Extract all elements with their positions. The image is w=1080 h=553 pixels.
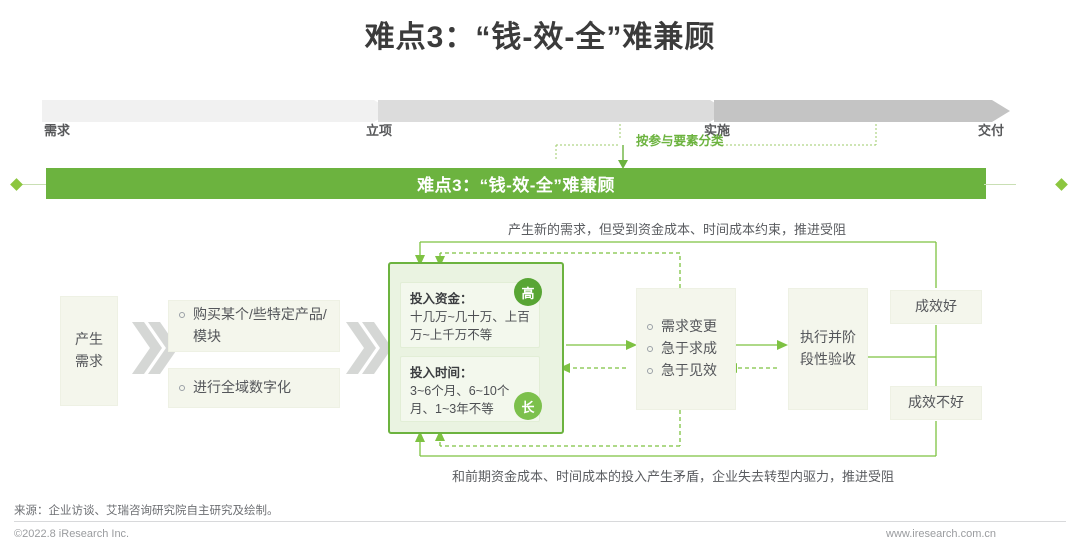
banner-marker-right	[1055, 178, 1068, 191]
box-generate-demand-line2: 需求	[75, 351, 103, 373]
box-option-full-digital-label: 进行全域数字化	[193, 377, 291, 399]
box-generate-demand: 产生 需求	[60, 296, 118, 406]
website-label: www.iresearch.com.cn	[886, 528, 996, 540]
card-time-value: 3~6个月、6~10个月、1~3年不等	[410, 382, 530, 418]
classify-label: 按参与要素分类	[636, 130, 724, 149]
page-title: 难点3：“钱-效-全”难兼顾	[0, 12, 1080, 56]
box-execute-acceptance: 执行并阶 段性验收	[788, 288, 868, 410]
phase-label-approval: 立项	[366, 120, 392, 139]
box-result-good: 成效好	[890, 290, 982, 324]
box-execute-line1: 执行并阶	[800, 327, 856, 349]
bullet-icon	[647, 346, 653, 352]
bullet-icon	[179, 385, 185, 391]
bullet-icon	[647, 368, 653, 374]
copyright-label: ©2022.8 iResearch Inc.	[14, 528, 129, 540]
badge-long: 长	[514, 392, 542, 420]
footer-divider	[14, 521, 1066, 522]
box-option-buy-product-label: 购买某个/些特定产品/模块	[193, 304, 329, 347]
box-demand-change: 需求变更 急于求成 急于见效	[636, 288, 736, 410]
card-money-title: 投入资金：	[410, 292, 473, 306]
bullet-icon	[179, 312, 185, 318]
box-result-bad: 成效不好	[890, 386, 982, 420]
box-demand-change-item-0: 需求变更	[661, 316, 717, 338]
bullet-icon	[647, 324, 653, 330]
section-banner: 难点3：“钱-效-全”难兼顾	[46, 168, 986, 199]
card-money-value: 十几万~几十万、上百万~上千万不等	[410, 308, 530, 344]
slide-root: 难点3：“钱-效-全”难兼顾	[0, 0, 1080, 553]
box-option-full-digital: 进行全域数字化	[168, 368, 340, 408]
box-option-buy-product: 购买某个/些特定产品/模块	[168, 300, 340, 352]
group-investment: 投入资金： 十几万~几十万、上百万~上千万不等 高 投入时间： 3~6个月、6~…	[388, 262, 564, 434]
note-top: 产生新的需求，但受到资金成本、时间成本约束，推进受阻	[508, 219, 846, 238]
box-demand-change-item-2: 急于见效	[661, 360, 717, 382]
banner-marker-left	[10, 178, 23, 191]
classify-annotation: 按参与要素分类	[560, 130, 890, 160]
phase-label-requirement: 需求	[44, 120, 70, 139]
phase-label-delivery: 交付	[978, 120, 1004, 139]
note-bottom: 和前期资金成本、时间成本的投入产生矛盾，企业失去转型内驱力，推进受阻	[452, 466, 894, 485]
box-demand-change-item-1: 急于求成	[661, 338, 717, 360]
banner-connector-right	[984, 184, 1016, 185]
box-execute-line2: 段性验收	[800, 349, 856, 371]
badge-high: 高	[514, 278, 542, 306]
box-generate-demand-line1: 产生	[75, 329, 103, 351]
source-note: 来源：企业访谈、艾瑞咨询研究院自主研究及绘制。	[14, 502, 279, 518]
card-time-title: 投入时间：	[410, 366, 473, 380]
